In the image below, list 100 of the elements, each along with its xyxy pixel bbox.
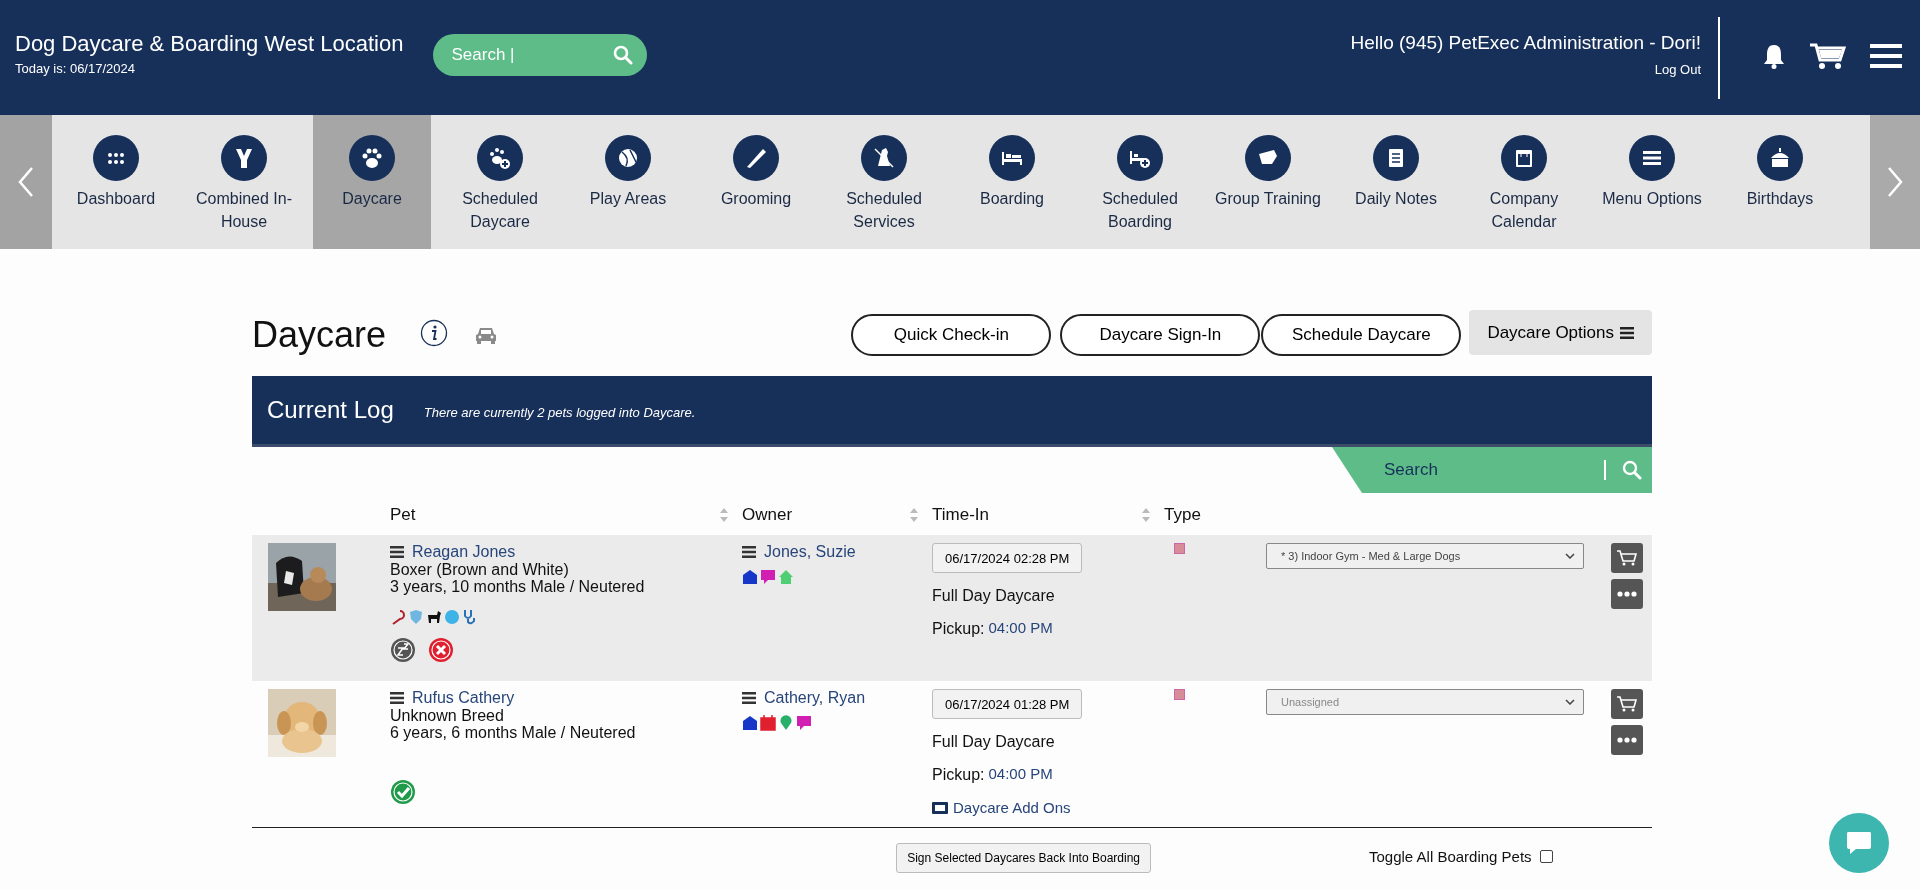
sign-back-button[interactable]: Sign Selected Daycares Back Into Boarding xyxy=(896,843,1151,873)
owner-name-link[interactable]: Cathery, Ryan xyxy=(764,689,866,707)
caret-icon xyxy=(1565,553,1575,559)
more-button[interactable] xyxy=(1611,579,1643,609)
menu-icon[interactable] xyxy=(390,546,404,558)
add-ons-link[interactable]: Daycare Add Ons xyxy=(932,799,1071,816)
ticket-icon xyxy=(932,801,948,814)
paw-icon xyxy=(348,134,396,182)
chat-button[interactable] xyxy=(1829,813,1889,873)
module-tab[interactable]: Birthdays xyxy=(1716,115,1844,249)
module-tab[interactable]: Scheduled Services xyxy=(820,115,948,249)
calendar-icon xyxy=(1500,134,1548,182)
dot-icon[interactable] xyxy=(444,609,460,625)
pet-breed: Boxer (Brown and White) xyxy=(390,561,569,578)
location-title: Dog Daycare & Boarding West Location xyxy=(15,31,404,57)
cake-icon xyxy=(1756,134,1804,182)
module-tab[interactable]: Daycare xyxy=(313,115,431,249)
bed-plus-icon xyxy=(1116,134,1164,182)
cart-button[interactable] xyxy=(1611,689,1643,719)
module-tab[interactable]: Scheduled Boarding xyxy=(1076,115,1204,249)
pet-name-link[interactable]: Rufus Cathery xyxy=(412,689,515,707)
car-icon[interactable] xyxy=(474,325,499,345)
log-summary: There are currently 2 pets logged into Daycare. xyxy=(423,404,696,420)
info-icon[interactable] xyxy=(420,319,449,347)
module-tab[interactable]: Grooming xyxy=(692,115,820,249)
ball-icon xyxy=(604,134,652,182)
more-button[interactable] xyxy=(1611,725,1643,755)
menu-icon[interactable] xyxy=(390,692,404,704)
search-bar[interactable]: Search | xyxy=(433,33,648,76)
cart-icon xyxy=(1617,696,1637,712)
table-search-field[interactable]: Search xyxy=(1382,459,1588,481)
column-header[interactable]: Time-In xyxy=(924,505,1156,525)
action-button[interactable]: Quick Check-in xyxy=(851,314,1052,356)
module-tab[interactable]: Play Areas xyxy=(564,115,692,249)
envelope-icon[interactable] xyxy=(742,569,758,585)
toggle-checkbox[interactable] xyxy=(1539,849,1553,863)
dots-icon xyxy=(92,134,140,182)
chevron-left-icon[interactable] xyxy=(18,166,34,198)
pickup-time: 04:00 PM xyxy=(988,766,1053,783)
module-tab[interactable]: Company Calendar xyxy=(1460,115,1588,249)
action-button[interactable]: Schedule Daycare xyxy=(1261,314,1462,356)
fork-icon xyxy=(220,134,268,182)
sleep-icon[interactable] xyxy=(390,637,416,663)
owner-name-link[interactable]: Jones, Suzie xyxy=(764,543,856,561)
chat-icon[interactable] xyxy=(796,715,812,731)
pet-age: 6 years, 6 months Male / Neutered xyxy=(390,724,636,741)
type-marker xyxy=(1174,689,1185,700)
module-tab[interactable]: Combined In-House xyxy=(180,115,308,249)
bed-icon xyxy=(988,134,1036,182)
pickup-label: Pickup: xyxy=(932,766,985,783)
play-area-dropdown[interactable]: * 3) Indoor Gym - Med & Large Dogs xyxy=(1266,543,1584,569)
time-in-button[interactable]: 06/17/2024 01:28 PM xyxy=(932,689,1083,719)
page-title: Daycare xyxy=(252,314,387,356)
menu-icon[interactable] xyxy=(742,546,756,558)
module-tab[interactable]: Menu Options xyxy=(1588,115,1716,249)
module-tab[interactable]: Dashboard xyxy=(52,115,180,249)
service-name: Full Day Daycare xyxy=(932,733,1055,750)
pet-age: 3 years, 10 months Male / Neutered xyxy=(390,578,645,595)
module-tab[interactable]: Daily Notes xyxy=(1332,115,1460,249)
module-tab[interactable]: Scheduled Daycare xyxy=(436,115,564,249)
search-field[interactable]: Search | xyxy=(449,43,614,66)
check-icon[interactable] xyxy=(390,779,416,805)
menu-icon xyxy=(1628,134,1676,182)
type-marker xyxy=(1174,543,1185,554)
time-in-button[interactable]: 06/17/2024 02:28 PM xyxy=(932,543,1083,573)
column-header[interactable]: Pet xyxy=(382,505,734,525)
calendar-icon[interactable] xyxy=(760,715,776,731)
cart-icon[interactable] xyxy=(1810,41,1846,70)
menu-icon[interactable] xyxy=(1870,43,1902,68)
module-tab[interactable]: Boarding xyxy=(948,115,1076,249)
column-header[interactable]: Owner xyxy=(734,505,924,525)
pickup-label: Pickup: xyxy=(932,620,985,637)
pickup-time: 04:00 PM xyxy=(988,620,1053,637)
paw-plus-icon xyxy=(476,134,524,182)
envelope-icon[interactable] xyxy=(742,715,758,731)
action-button[interactable]: Daycare Sign-In xyxy=(1060,314,1261,356)
chat-icon xyxy=(1845,830,1873,856)
pet-name-link[interactable]: Reagan Jones xyxy=(412,543,516,561)
today-date: Today is: 06/17/2024 xyxy=(15,61,136,76)
close-icon[interactable] xyxy=(428,637,454,663)
column-header[interactable]: Type xyxy=(1156,505,1356,525)
cart-button[interactable] xyxy=(1611,543,1643,573)
log-title: Current Log xyxy=(267,396,394,424)
stethoscope-icon[interactable] xyxy=(462,609,478,625)
toggle-label: Toggle All Boarding Pets xyxy=(1369,847,1532,865)
module-tab[interactable]: Group Training xyxy=(1204,115,1332,249)
menu-icon[interactable] xyxy=(742,692,756,704)
cart-icon xyxy=(1617,550,1637,566)
logout-link[interactable]: Log Out xyxy=(1654,62,1701,77)
bell-icon[interactable] xyxy=(1762,42,1786,69)
pet-breed: Unknown Breed xyxy=(390,707,504,724)
caret-icon xyxy=(1565,699,1575,705)
options-button[interactable]: Daycare Options xyxy=(1469,310,1652,355)
notebook-icon xyxy=(1372,134,1420,182)
menu-icon xyxy=(1620,326,1634,339)
table-search-bar[interactable]: Search xyxy=(1332,447,1652,493)
more-icon xyxy=(1617,591,1637,597)
location-pin-icon[interactable] xyxy=(778,715,794,731)
more-icon xyxy=(1617,737,1637,743)
chat-icon[interactable] xyxy=(760,569,776,585)
